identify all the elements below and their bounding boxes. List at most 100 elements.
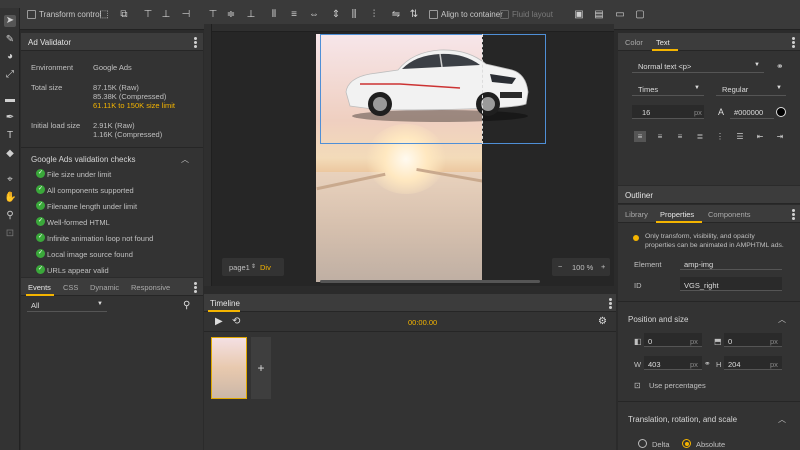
tab-color[interactable]: Color	[625, 38, 643, 47]
check-icon: ✓	[36, 217, 45, 226]
layers-icon[interactable]: ▤	[593, 9, 605, 20]
ad-validator-panel: Ad Validator Environment Google Ads Tota…	[21, 33, 203, 277]
horizontal-scrollbar[interactable]	[320, 280, 540, 283]
ad-validator-menu-icon[interactable]	[194, 37, 197, 48]
events-filter-value: All	[31, 301, 40, 310]
tab-components[interactable]: Components	[708, 210, 751, 219]
id-input[interactable]: VGS_right	[680, 277, 782, 291]
page-selector[interactable]: page1 ⇕ Div	[222, 258, 284, 276]
delta-radio[interactable]	[638, 439, 647, 448]
text-panel-menu-icon[interactable]	[792, 37, 795, 48]
align-top-icon[interactable]: ⊤	[207, 9, 219, 20]
tab-text[interactable]: Text	[656, 38, 670, 47]
bulleted-list-icon[interactable]: ☰	[734, 131, 746, 142]
chevron-down-icon: ▼	[694, 85, 700, 91]
tab-properties[interactable]: Properties	[660, 210, 694, 219]
timeline-settings-icon[interactable]: ⚙	[598, 316, 607, 327]
collapse-checks-icon[interactable]: ︿	[181, 154, 189, 165]
tab-events[interactable]: Events	[28, 283, 51, 292]
properties-menu-icon[interactable]	[792, 209, 795, 220]
distribute-vertical-icon[interactable]: ≡	[288, 9, 300, 20]
play-icon[interactable]: ▶	[215, 316, 223, 327]
justify-icon[interactable]: ≣	[694, 131, 706, 142]
use-percentages-label[interactable]: Use percentages	[649, 381, 706, 390]
pen-tool-icon[interactable]: ✒	[4, 112, 16, 124]
shape-tool-icon[interactable]: ◕	[4, 51, 16, 63]
crop-tool-icon[interactable]: ⊡	[4, 228, 16, 240]
align-bottom-icon[interactable]: ⊥	[245, 9, 257, 20]
flip-vertical-icon[interactable]: ⇅	[408, 9, 420, 20]
distribute-horizontal-icon[interactable]: ⫴	[268, 9, 280, 20]
zoom-control: − 100 % +	[552, 258, 610, 276]
events-menu-icon[interactable]	[194, 282, 197, 293]
link-icon[interactable]: ⚭	[776, 61, 784, 72]
text-color-input[interactable]: #000000	[730, 105, 774, 119]
zoom-in-button[interactable]: +	[601, 262, 605, 271]
transform-3d-icon[interactable]: ⧉	[118, 9, 130, 20]
match-width-icon[interactable]: ⫼	[348, 9, 360, 20]
events-filter-select[interactable]: All ▼	[27, 298, 107, 312]
loop-icon[interactable]: ⟲	[232, 316, 240, 327]
align-to-container-checkbox[interactable]	[429, 10, 438, 19]
align-center-icon[interactable]: ≡	[654, 131, 666, 142]
text-style-select[interactable]: Normal text <p> ▼	[632, 59, 764, 73]
align-middle-icon[interactable]: ≑	[225, 9, 237, 20]
add-page-button[interactable]: +	[251, 337, 271, 399]
align-left-edge-icon[interactable]: ⊤	[142, 9, 154, 20]
page-thumbnail[interactable]	[211, 337, 247, 399]
image-icon[interactable]: ▣	[573, 9, 585, 20]
selection-tool-icon[interactable]: ➤	[4, 15, 16, 27]
search-icon[interactable]: ⚲	[183, 300, 190, 311]
fluid-layout-checkbox[interactable]	[500, 10, 509, 19]
transform-tool-icon[interactable]: ⤢	[4, 69, 16, 81]
tab-dynamic[interactable]: Dynamic	[90, 283, 119, 292]
font-weight-select[interactable]: Regular ▼	[716, 82, 786, 96]
percentage-icon[interactable]: ⊡	[634, 381, 641, 390]
width-input[interactable]: 403 px	[644, 356, 702, 370]
match-height-icon[interactable]: ⫶	[368, 9, 380, 20]
text-color-swatch[interactable]	[776, 107, 786, 117]
tab-library[interactable]: Library	[625, 210, 648, 219]
zoom-tool-icon[interactable]: ⚲	[4, 210, 16, 222]
space-horizontal-icon[interactable]: ⇔	[308, 9, 320, 20]
font-size-input[interactable]: 16 px	[632, 105, 704, 119]
transform-control-checkbox[interactable]	[27, 10, 36, 19]
tab-css[interactable]: CSS	[63, 283, 78, 292]
timeline-time: 00:00.00	[408, 318, 438, 327]
indent-decrease-icon[interactable]: ⇤	[754, 131, 766, 142]
fill-tool-icon[interactable]: ◆	[4, 148, 16, 160]
align-center-icon[interactable]: ⊥	[160, 9, 172, 20]
x-input[interactable]: 0 px	[644, 333, 702, 347]
zoom-value[interactable]: 100 %	[572, 263, 593, 272]
color-picker-icon[interactable]: ⌖	[4, 174, 16, 186]
align-left-icon[interactable]: ≡	[634, 131, 646, 142]
y-input[interactable]: 0 px	[724, 333, 782, 347]
font-family-select[interactable]: Times ▼	[632, 82, 704, 96]
height-input[interactable]: 204 px	[724, 356, 782, 370]
device-icon[interactable]: ▭	[614, 9, 626, 20]
width-label: W	[634, 360, 642, 369]
chevron-down-icon: ▼	[776, 85, 782, 91]
lock-ratio-icon[interactable]: ⚭	[704, 359, 711, 368]
brush-tool-icon[interactable]: ✎	[4, 34, 16, 46]
zoom-out-button[interactable]: −	[558, 262, 562, 271]
check-icon: ✓	[36, 185, 45, 194]
timeline-menu-icon[interactable]	[609, 298, 612, 309]
flip-horizontal-icon[interactable]: ⇋	[390, 9, 402, 20]
space-vertical-icon[interactable]: ⇕	[330, 9, 342, 20]
tab-responsive[interactable]: Responsive	[131, 283, 170, 292]
align-right-edge-icon[interactable]: ⊣	[180, 9, 192, 20]
ad-validator-title: Ad Validator	[28, 38, 71, 47]
collapse-translation-icon[interactable]: ︿	[778, 414, 786, 425]
numbered-list-icon[interactable]: ⋮	[714, 131, 726, 142]
text-tool-icon[interactable]: T	[4, 130, 16, 142]
outliner-header[interactable]: Outliner	[618, 186, 800, 204]
tag-tool-icon[interactable]: ▬	[4, 94, 16, 106]
collapse-position-icon[interactable]: ︿	[778, 314, 786, 325]
transform-frame-icon[interactable]: ⬚	[98, 9, 110, 20]
indent-increase-icon[interactable]: ⇥	[774, 131, 786, 142]
align-right-icon[interactable]: ≡	[674, 131, 686, 142]
preview-icon[interactable]: ▢	[634, 9, 646, 20]
absolute-radio[interactable]	[682, 439, 691, 448]
hand-tool-icon[interactable]: ✋	[4, 192, 16, 204]
